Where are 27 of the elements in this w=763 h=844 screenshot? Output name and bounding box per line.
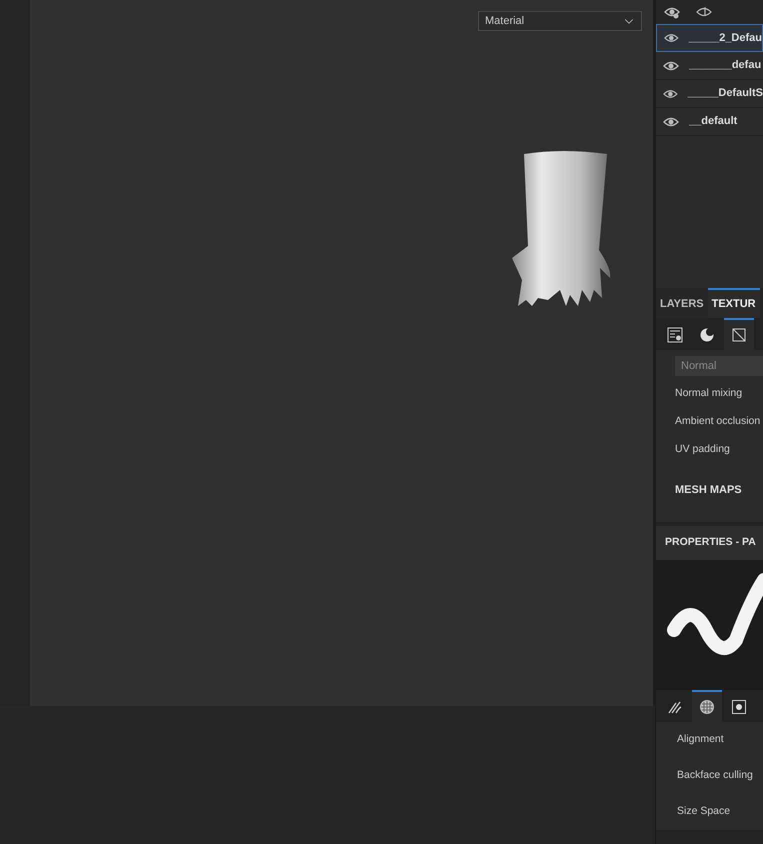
property-label: Backface culling <box>656 758 763 794</box>
3d-viewport[interactable]: Material <box>30 0 655 706</box>
property-label: UV padding <box>674 442 731 458</box>
icon-tab[interactable] <box>724 318 754 350</box>
section-heading: MESH MAPS <box>674 483 743 498</box>
dot-square-icon <box>731 699 747 715</box>
layer-name: _______defau <box>689 58 762 74</box>
layer-row[interactable]: _____2_Defau <box>656 24 763 52</box>
layer-name: _____DefaultS <box>688 86 763 102</box>
layer-name: _____2_Defau <box>688 30 762 46</box>
list-settings-icon <box>667 327 683 343</box>
layer-row[interactable]: _______defau <box>656 52 763 80</box>
property-label: Ambient occlusion <box>674 414 762 430</box>
layer-name: __default <box>689 114 738 130</box>
property-label: Size Space <box>656 794 763 830</box>
uv-square-icon <box>731 327 747 343</box>
layer-row[interactable]: __default <box>656 108 763 136</box>
property-label: Alignment <box>656 722 763 758</box>
shading-mode-dropdown[interactable]: Material <box>478 11 642 31</box>
panel-tab[interactable]: TEXTUR <box>708 288 760 318</box>
checker-sphere-icon <box>699 699 715 715</box>
panel-title: PROPERTIES - PA <box>656 526 763 560</box>
property-label: Normal mixing <box>674 386 744 402</box>
dropdown-value: Material <box>485 14 524 29</box>
layer-row[interactable]: _____DefaultS <box>656 80 763 108</box>
icon-tab[interactable] <box>692 690 722 722</box>
panel-tab[interactable]: LAYERS <box>656 288 708 318</box>
